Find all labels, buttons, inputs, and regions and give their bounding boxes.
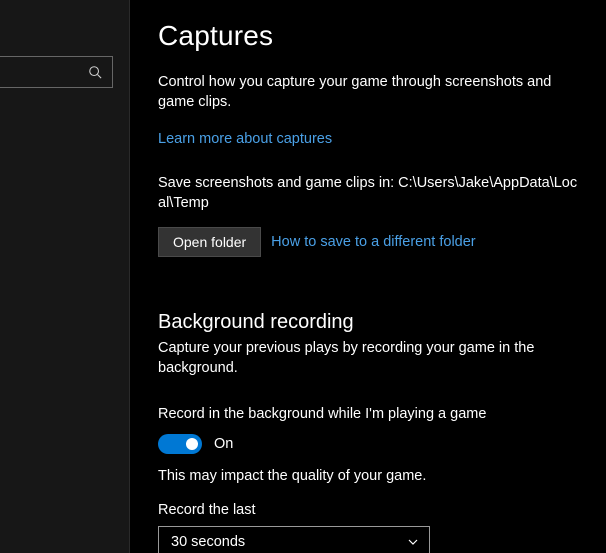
- learn-more-link[interactable]: Learn more about captures: [158, 131, 332, 147]
- record-last-label: Record the last: [158, 502, 582, 518]
- background-record-toggle[interactable]: [158, 434, 202, 454]
- section-heading-background: Background recording: [158, 311, 582, 334]
- toggle-knob: [186, 438, 198, 450]
- sidebar: [0, 0, 130, 553]
- intro-text: Control how you capture your game throug…: [158, 72, 578, 112]
- toggle-state-text: On: [214, 436, 233, 452]
- record-last-dropdown[interactable]: 30 seconds: [158, 526, 430, 553]
- dropdown-value: 30 seconds: [171, 534, 245, 550]
- chevron-down-icon: [407, 536, 419, 548]
- main-content: Captures Control how you capture your ga…: [130, 0, 606, 553]
- search-input[interactable]: [0, 56, 113, 88]
- background-description: Capture your previous plays by recording…: [158, 338, 578, 378]
- save-path-text: Save screenshots and game clips in: C:\U…: [158, 173, 582, 213]
- toggle-label: Record in the background while I'm playi…: [158, 406, 582, 422]
- open-folder-button[interactable]: Open folder: [158, 227, 261, 257]
- page-title: Captures: [158, 20, 582, 52]
- how-to-save-link[interactable]: How to save to a different folder: [271, 234, 475, 250]
- impact-text: This may impact the quality of your game…: [158, 468, 582, 484]
- search-icon: [88, 65, 102, 79]
